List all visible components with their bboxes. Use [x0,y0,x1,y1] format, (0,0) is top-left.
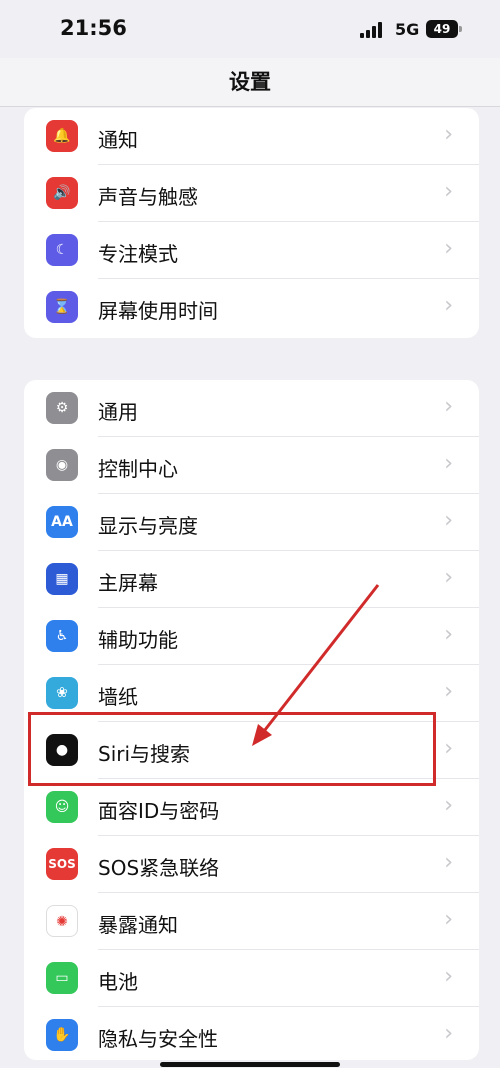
chevron-right-icon: › [444,565,453,590]
settings-row-label: 控制中心 [98,457,178,481]
settings-row-face-id[interactable]: ☺ 面容ID与密码 › [24,779,479,836]
chevron-right-icon: › [444,850,453,875]
settings-row-notifications[interactable]: 🔔 通知 › [24,108,479,165]
settings-row-label: 显示与亮度 [98,514,198,538]
sos-icon: SOS [46,848,78,880]
status-time: 21:56 [60,16,127,40]
chevron-right-icon: › [444,736,453,761]
settings-row-label: 主屏幕 [98,571,158,595]
settings-row-label: 面容ID与密码 [98,799,220,823]
settings-group-notifications: 🔔 通知 › 🔊 声音与触感 › ☾ 专注模式 › ⌛ 屏幕使用时间 › [24,108,479,338]
hand-icon: ✋ [46,1019,78,1051]
hourglass-icon: ⌛ [46,291,78,323]
battery-icon: ▭ [46,962,78,994]
chevron-right-icon: › [444,122,453,147]
chevron-right-icon: › [444,394,453,419]
chevron-right-icon: › [444,679,453,704]
chevron-right-icon: › [444,451,453,476]
chevron-right-icon: › [444,179,453,204]
chevron-right-icon: › [444,793,453,818]
chevron-right-icon: › [444,236,453,261]
settings-row-label: 屏幕使用时间 [98,299,218,323]
toggle-icon: ◉ [46,449,78,481]
settings-row-sos[interactable]: SOS SOS紧急联络 › [24,836,479,893]
grid-icon: ▦ [46,563,78,595]
settings-row-control-center[interactable]: ◉ 控制中心 › [24,437,479,494]
exposure-icon: ✺ [46,905,78,937]
settings-row-display[interactable]: AA 显示与亮度 › [24,494,479,551]
chevron-right-icon: › [444,1021,453,1046]
speaker-icon: 🔊 [46,177,78,209]
settings-row-label: 专注模式 [98,242,178,266]
home-indicator [160,1062,340,1067]
settings-row-label: 声音与触感 [98,185,198,209]
navigation-bar: 设置 [0,58,500,107]
bell-icon: 🔔 [46,120,78,152]
text-size-icon: AA [46,506,78,538]
chevron-right-icon: › [444,907,453,932]
settings-row-label: 通知 [98,128,138,152]
chevron-right-icon: › [444,293,453,318]
chevron-right-icon: › [444,964,453,989]
flower-icon: ❀ [46,677,78,709]
settings-row-exposure[interactable]: ✺ 暴露通知 › [24,893,479,950]
settings-row-accessibility[interactable]: ♿ 辅助功能 › [24,608,479,665]
face-id-icon: ☺ [46,791,78,823]
settings-row-general[interactable]: ⚙ 通用 › [24,380,479,437]
moon-icon: ☾ [46,234,78,266]
settings-row-label: 电池 [98,970,138,994]
chevron-right-icon: › [444,508,453,533]
settings-row-label: SOS紧急联络 [98,856,220,880]
signal-icon [360,22,384,38]
settings-row-label: 隐私与安全性 [98,1027,218,1051]
annotation-highlight-box [28,712,436,786]
chevron-right-icon: › [444,622,453,647]
settings-row-home-screen[interactable]: ▦ 主屏幕 › [24,551,479,608]
settings-row-sounds[interactable]: 🔊 声音与触感 › [24,165,479,222]
settings-row-label: 暴露通知 [98,913,178,937]
page-title: 设置 [229,70,271,94]
gear-icon: ⚙ [46,392,78,424]
status-bar: 21:56 5G 49 [0,0,500,58]
settings-row-focus[interactable]: ☾ 专注模式 › [24,222,479,279]
settings-row-label: 通用 [98,400,138,424]
network-indicator: 5G [395,20,420,39]
settings-row-privacy[interactable]: ✋ 隐私与安全性 › [24,1007,479,1060]
settings-row-label: 辅助功能 [98,628,178,652]
settings-row-label: 墙纸 [98,685,138,709]
settings-row-battery[interactable]: ▭ 电池 › [24,950,479,1007]
battery-indicator: 49 [426,20,462,38]
accessibility-icon: ♿ [46,620,78,652]
settings-row-screen-time[interactable]: ⌛ 屏幕使用时间 › [24,279,479,336]
